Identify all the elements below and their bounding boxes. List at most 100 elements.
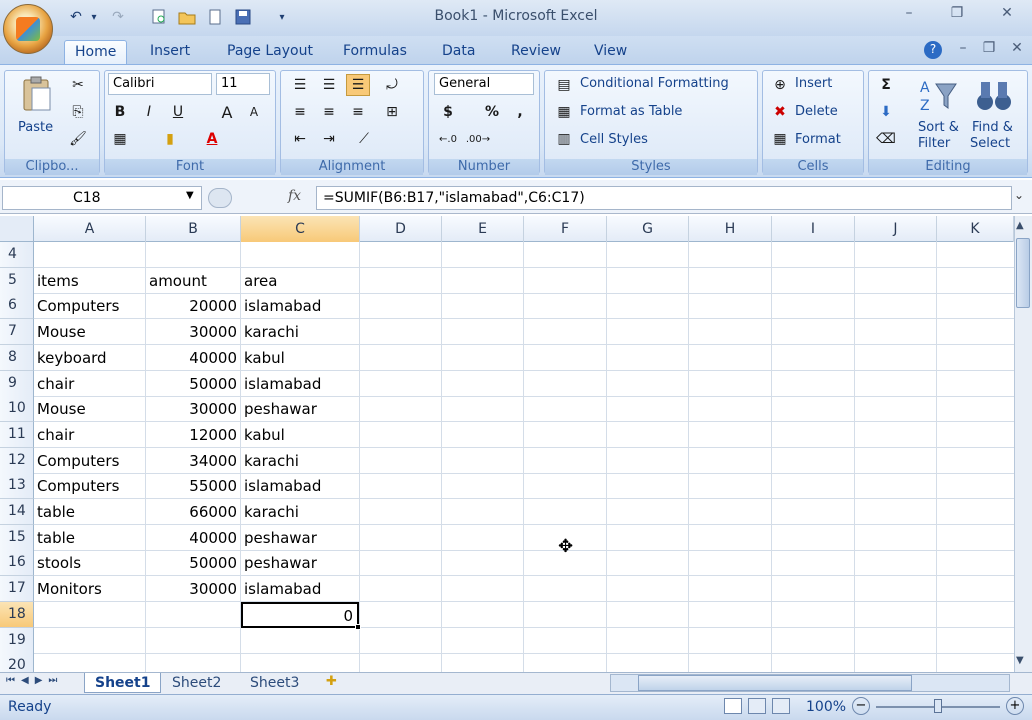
vertical-scroll-thumb[interactable] bbox=[1016, 238, 1030, 308]
row-header[interactable]: 13 bbox=[0, 473, 34, 499]
cell-a[interactable] bbox=[34, 602, 145, 628]
cell-b[interactable] bbox=[146, 242, 240, 268]
cell-c[interactable] bbox=[241, 628, 359, 654]
align-left-icon[interactable]: ≡ bbox=[288, 101, 312, 123]
formula-input[interactable]: =SUMIF(B6:B17,"islamabad",C6:C17) bbox=[316, 186, 1012, 210]
conditional-formatting-button[interactable]: Conditional Formatting bbox=[580, 76, 729, 91]
grow-font-button[interactable]: A bbox=[215, 101, 239, 123]
bold-button[interactable]: B bbox=[108, 101, 132, 123]
column-header-b[interactable]: B bbox=[146, 216, 241, 242]
format-cells-button[interactable]: Format bbox=[795, 132, 841, 147]
merge-center-icon[interactable]: ⊞ bbox=[380, 101, 404, 123]
scroll-up-icon[interactable]: ▲ bbox=[1016, 220, 1024, 231]
cut-icon[interactable]: ✂ bbox=[66, 74, 90, 96]
cell-b[interactable] bbox=[146, 628, 240, 654]
sheet-tab-3[interactable]: Sheet3 bbox=[240, 673, 309, 693]
row-header[interactable]: 15 bbox=[0, 525, 34, 551]
page-break-view-icon[interactable] bbox=[772, 698, 790, 714]
row-header[interactable]: 10 bbox=[0, 396, 34, 422]
copy-icon[interactable]: ⎘ bbox=[66, 101, 90, 123]
fill-icon[interactable]: ⬇ bbox=[874, 101, 898, 123]
align-middle-icon[interactable]: ☰ bbox=[317, 74, 341, 96]
cell-c[interactable] bbox=[241, 242, 359, 268]
row-header[interactable]: 16 bbox=[0, 550, 34, 576]
cell-c[interactable]: area bbox=[241, 268, 359, 294]
row-header[interactable]: 4 bbox=[0, 242, 34, 268]
cell-a[interactable]: Computers bbox=[34, 448, 145, 474]
underline-button[interactable]: U bbox=[166, 101, 190, 123]
cell-a[interactable] bbox=[34, 242, 145, 268]
row-header[interactable]: 12 bbox=[0, 448, 34, 474]
tab-formulas[interactable]: Formulas bbox=[333, 40, 417, 64]
paste-button[interactable]: Paste bbox=[18, 120, 53, 135]
cell-c[interactable]: kabul bbox=[241, 422, 359, 448]
row-header[interactable]: 14 bbox=[0, 499, 34, 525]
workbook-close-icon[interactable]: ✕ bbox=[1004, 40, 1030, 60]
insert-cells-button[interactable]: Insert bbox=[795, 76, 832, 91]
cell-b[interactable]: 50000 bbox=[146, 550, 240, 576]
cell-b[interactable]: 30000 bbox=[146, 319, 240, 345]
shrink-font-button[interactable]: A bbox=[242, 101, 266, 123]
page-layout-view-icon[interactable] bbox=[748, 698, 766, 714]
row-header[interactable]: 17 bbox=[0, 576, 34, 602]
percent-button[interactable]: % bbox=[480, 101, 504, 123]
column-header-g[interactable]: G bbox=[607, 216, 689, 242]
cell-a[interactable]: table bbox=[34, 525, 145, 551]
normal-view-icon[interactable] bbox=[724, 698, 742, 714]
column-header-e[interactable]: E bbox=[442, 216, 524, 242]
row-header[interactable]: 6 bbox=[0, 293, 34, 319]
name-box-dropdown-icon[interactable]: ▼ bbox=[186, 190, 194, 201]
decrease-indent-icon[interactable]: ⇤ bbox=[288, 128, 312, 150]
cell-c[interactable]: karachi bbox=[241, 448, 359, 474]
cell-c[interactable]: peshawar bbox=[241, 525, 359, 551]
delete-cells-button[interactable]: Delete bbox=[795, 104, 838, 119]
row-header[interactable]: 19 bbox=[0, 628, 34, 654]
column-header-d[interactable]: D bbox=[360, 216, 442, 242]
align-center-icon[interactable]: ≡ bbox=[317, 101, 341, 123]
column-header-k[interactable]: K bbox=[937, 216, 1014, 242]
row-header[interactable]: 9 bbox=[0, 371, 34, 397]
column-header-c[interactable]: C bbox=[241, 216, 360, 242]
name-box[interactable]: C18 bbox=[2, 186, 202, 210]
tab-page-layout[interactable]: Page Layout bbox=[217, 40, 323, 64]
cell-a[interactable]: keyboard bbox=[34, 345, 145, 371]
text-angle-icon[interactable]: ⟋ bbox=[352, 128, 376, 150]
cell-b[interactable]: 55000 bbox=[146, 473, 240, 499]
cell-a[interactable]: Mouse bbox=[34, 396, 145, 422]
cell-a[interactable] bbox=[34, 628, 145, 654]
column-header-f[interactable]: F bbox=[524, 216, 607, 242]
cell-c[interactable]: peshawar bbox=[241, 396, 359, 422]
sort-filter-label-1[interactable]: Sort & bbox=[918, 120, 959, 135]
cell-c[interactable]: peshawar bbox=[241, 550, 359, 576]
column-header-a[interactable]: A bbox=[34, 216, 146, 242]
row-header[interactable]: 7 bbox=[0, 319, 34, 345]
sheet-tab-2[interactable]: Sheet2 bbox=[162, 673, 231, 693]
font-name-select[interactable]: Calibri bbox=[108, 73, 212, 95]
row-header[interactable]: 5 bbox=[0, 268, 34, 294]
cell-b[interactable]: 20000 bbox=[146, 293, 240, 319]
increase-indent-icon[interactable]: ⇥ bbox=[317, 128, 341, 150]
cell-b[interactable]: 34000 bbox=[146, 448, 240, 474]
italic-button[interactable]: I bbox=[137, 101, 161, 123]
row-header[interactable]: 18 bbox=[0, 602, 34, 628]
formula-bar-collapse-icon[interactable]: ⌄ bbox=[1014, 188, 1024, 202]
format-as-table-button[interactable]: Format as Table bbox=[580, 104, 682, 119]
zoom-in-icon[interactable]: + bbox=[1006, 697, 1024, 715]
zoom-level[interactable]: 100% bbox=[806, 699, 846, 715]
find-select-label-1[interactable]: Find & bbox=[972, 120, 1013, 135]
align-top-icon[interactable]: ☰ bbox=[288, 74, 312, 96]
scroll-down-icon[interactable]: ▼ bbox=[1016, 655, 1024, 666]
column-header-i[interactable]: I bbox=[772, 216, 855, 242]
cell-c[interactable]: islamabad bbox=[241, 576, 359, 602]
insert-function-button[interactable]: fx bbox=[288, 188, 301, 204]
autosum-icon[interactable]: Σ bbox=[874, 74, 898, 96]
tab-insert[interactable]: Insert bbox=[140, 40, 200, 64]
decrease-decimal-icon[interactable]: .00→ bbox=[466, 128, 490, 150]
tab-review[interactable]: Review bbox=[501, 40, 571, 64]
cell-c[interactable]: islamabad bbox=[241, 371, 359, 397]
number-format-select[interactable]: General bbox=[434, 73, 534, 95]
comma-button[interactable]: , bbox=[508, 101, 532, 123]
cell-a[interactable]: Mouse bbox=[34, 319, 145, 345]
cell-a[interactable]: items bbox=[34, 268, 145, 294]
cell-c[interactable]: karachi bbox=[241, 319, 359, 345]
